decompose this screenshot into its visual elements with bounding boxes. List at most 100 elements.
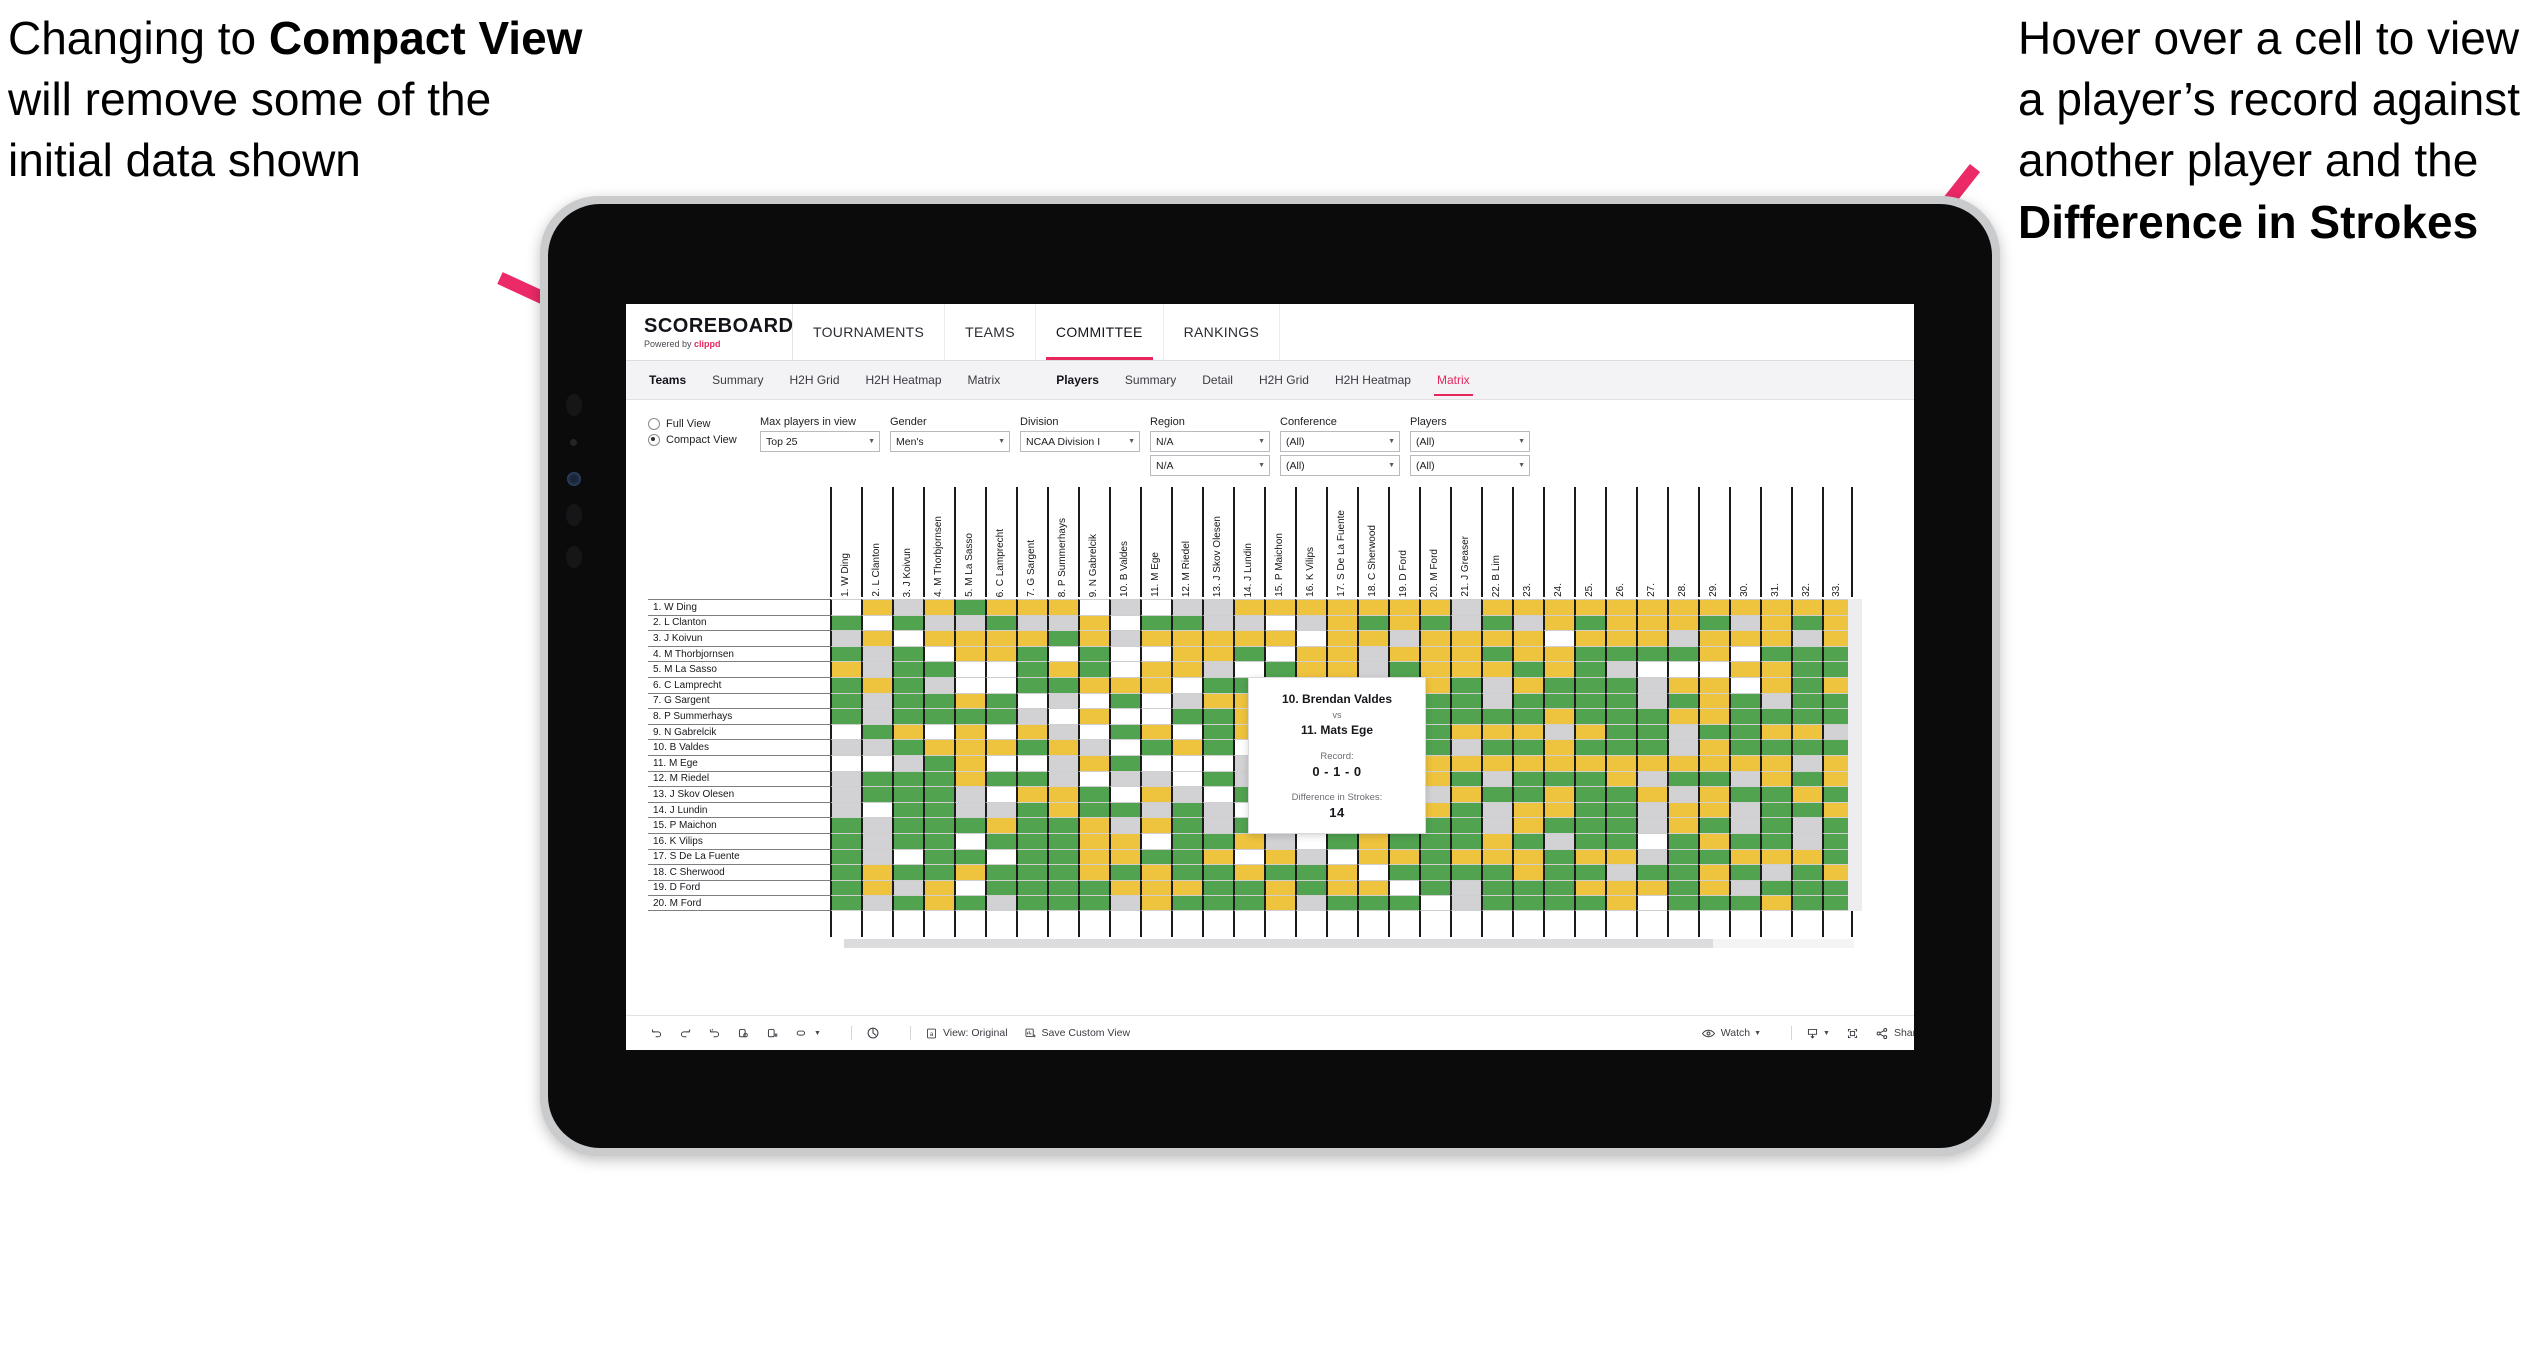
matrix-cell[interactable] [1016,676,1047,693]
matrix-cell[interactable] [1357,832,1388,849]
matrix-col-header[interactable]: 11. M Ege [1140,487,1171,597]
matrix-cell[interactable] [1574,754,1605,771]
matrix-cell[interactable] [1636,614,1667,631]
matrix-cell[interactable] [1450,661,1481,677]
matrix-cell[interactable] [1574,676,1605,693]
matrix-cell[interactable] [1698,676,1729,693]
matrix-cell[interactable] [1729,864,1760,880]
matrix-cell[interactable] [1791,708,1822,724]
matrix-cell[interactable] [1140,786,1171,802]
matrix-cell[interactable] [1171,708,1202,724]
matrix-col-header[interactable]: 29. [1698,487,1729,597]
matrix-cell[interactable] [1171,817,1202,833]
matrix-cell[interactable] [1791,692,1822,709]
matrix-cell[interactable] [985,770,1016,787]
view-original-button[interactable]: a View: Original [925,1027,1008,1040]
matrix-cell[interactable] [1233,661,1264,677]
matrix-cell[interactable] [1140,692,1171,709]
matrix-cell[interactable] [1543,614,1574,631]
matrix-cell[interactable] [1016,661,1047,677]
matrix-cell[interactable] [1109,614,1140,631]
matrix-cell[interactable] [1574,770,1605,787]
subnav-players-h2h-grid[interactable]: H2H Grid [1246,361,1322,399]
matrix-cell[interactable] [1450,630,1481,646]
matrix-row-label[interactable]: 11. M Ege [648,754,830,771]
select-players-primary[interactable]: (All) ▼ [1410,431,1530,452]
matrix-cell[interactable] [1047,895,1078,911]
matrix-cell[interactable] [1140,708,1171,724]
matrix-cell[interactable] [1016,599,1047,615]
matrix-cell[interactable] [1481,832,1512,849]
matrix-cell[interactable] [1202,801,1233,818]
matrix-cell[interactable] [1078,661,1109,677]
matrix-cell[interactable] [1047,676,1078,693]
matrix-cell[interactable] [1574,661,1605,677]
matrix-cell[interactable] [1047,739,1078,755]
matrix-cell[interactable] [830,786,861,802]
matrix-cell[interactable] [1078,630,1109,646]
matrix-cell[interactable] [1636,692,1667,709]
matrix-cell[interactable] [830,708,861,724]
matrix-cell[interactable] [985,645,1016,662]
matrix-cell[interactable] [1016,864,1047,880]
matrix-cell[interactable] [985,739,1016,755]
matrix-cell[interactable] [1543,754,1574,771]
matrix-cell[interactable] [1636,786,1667,802]
matrix-cell[interactable] [1636,848,1667,865]
matrix-cell[interactable] [1419,661,1450,677]
matrix-cell[interactable] [1760,692,1791,709]
fullscreen-button[interactable] [1846,1027,1859,1040]
matrix-cell[interactable] [1605,786,1636,802]
matrix-cell[interactable] [1419,895,1450,911]
subnav-teams[interactable]: Teams [636,361,699,399]
matrix-cell[interactable] [1140,801,1171,818]
matrix-cell[interactable] [1729,630,1760,646]
matrix-cell[interactable] [830,676,861,693]
matrix-cell[interactable] [1016,754,1047,771]
matrix-cell[interactable] [1109,676,1140,693]
matrix-col-header[interactable]: 13. J Skov Olesen [1202,487,1233,597]
matrix-cell[interactable] [830,879,861,896]
matrix-cell[interactable] [892,832,923,849]
matrix-cell[interactable] [1140,848,1171,865]
matrix-cell[interactable] [1109,786,1140,802]
matrix-cell[interactable] [830,864,861,880]
matrix-cell[interactable] [1202,786,1233,802]
matrix-cell[interactable] [1326,599,1357,615]
matrix-cell[interactable] [923,879,954,896]
matrix-cell[interactable] [830,832,861,849]
matrix-cell[interactable] [1574,723,1605,740]
matrix-cell[interactable] [1636,864,1667,880]
matrix-cell[interactable] [1760,645,1791,662]
matrix-cell[interactable] [1326,848,1357,865]
matrix-cell[interactable] [861,786,892,802]
matrix-cell[interactable] [892,770,923,787]
matrix-cell[interactable] [1512,630,1543,646]
matrix-cell[interactable] [1202,692,1233,709]
subnav-players-h2h-heatmap[interactable]: H2H Heatmap [1322,361,1424,399]
matrix-cell[interactable] [830,817,861,833]
matrix-cell[interactable] [1450,770,1481,787]
matrix-cell[interactable] [1481,645,1512,662]
matrix-cell[interactable] [1543,801,1574,818]
matrix-cell[interactable] [861,692,892,709]
matrix-cell[interactable] [1636,832,1667,849]
matrix-cell[interactable] [861,708,892,724]
matrix-cell[interactable] [1078,801,1109,818]
matrix-cell[interactable] [1481,708,1512,724]
matrix-cell[interactable] [1419,645,1450,662]
matrix-cell[interactable] [1574,879,1605,896]
matrix-cell[interactable] [1698,645,1729,662]
matrix-cell[interactable] [1140,614,1171,631]
matrix-cell[interactable] [1233,645,1264,662]
matrix-cell[interactable] [1171,879,1202,896]
matrix-cell[interactable] [1171,692,1202,709]
matrix-cell[interactable] [1729,599,1760,615]
matrix-cell[interactable] [1698,754,1729,771]
matrix-cell[interactable] [1667,895,1698,911]
matrix-cell[interactable] [1481,599,1512,615]
matrix-cell[interactable] [1295,864,1326,880]
matrix-cell[interactable] [1078,723,1109,740]
matrix-cell[interactable] [1109,754,1140,771]
matrix-cell[interactable] [1729,676,1760,693]
